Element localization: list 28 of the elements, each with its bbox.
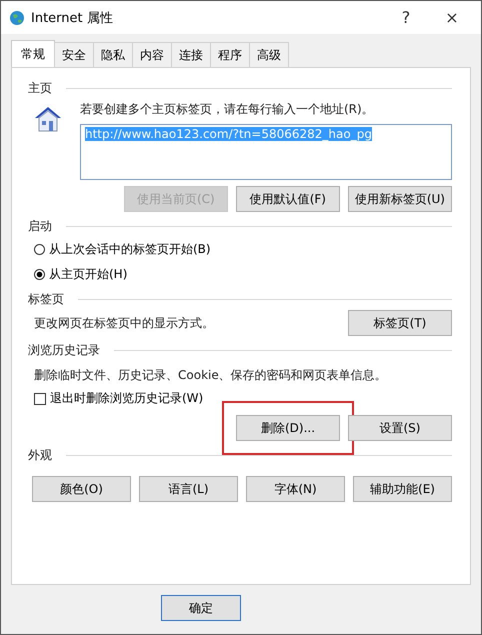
startup-radio[interactable]: 从上次会话中的标签页开始(B) <box>34 241 211 258</box>
section-heading: 标签页 <box>28 291 64 308</box>
history-button[interactable]: 设置(S) <box>348 415 452 441</box>
tab[interactable]: 安全 <box>54 42 94 67</box>
ok-button[interactable]: 确定 <box>161 595 241 621</box>
appearance-button[interactable]: 语言(L) <box>139 476 238 502</box>
section-heading: 主页 <box>28 80 52 97</box>
section-heading: 浏览历史记录 <box>28 342 100 359</box>
help-button[interactable]: ? <box>383 2 429 32</box>
section-heading: 启动 <box>28 218 52 235</box>
history-button[interactable]: 删除(D)... <box>236 415 340 441</box>
tabs-settings-button[interactable]: 标签页(T) <box>348 310 452 336</box>
globe-icon <box>9 10 25 26</box>
section-heading: 外观 <box>28 447 52 464</box>
delete-on-exit-checkbox[interactable]: 退出时删除浏览历史记录(W) <box>34 390 204 407</box>
appearance-button[interactable]: 字体(N) <box>246 476 345 502</box>
history-description: 删除临时文件、历史记录、Cookie、保存的密码和网页表单信息。 <box>33 367 388 384</box>
tabs-description: 更改网页在标签页中的显示方式。 <box>33 314 214 332</box>
tab[interactable]: 常规 <box>11 40 55 67</box>
window-title: Internet 属性 <box>31 10 113 26</box>
instruction-text: 若要创建多个主页标签页，请在每行输入一个地址(R)。 <box>80 101 375 118</box>
homepage-button[interactable]: 使用默认值(F) <box>236 186 340 212</box>
close-button[interactable]: × <box>429 2 475 32</box>
homepage-button[interactable]: 使用新标签页(U) <box>348 186 452 212</box>
appearance-button[interactable]: 颜色(O) <box>32 476 131 502</box>
startup-radio[interactable]: 从主页开始(H) <box>34 266 128 283</box>
appearance-button[interactable]: 辅助功能(E) <box>353 476 452 502</box>
tab[interactable]: 高级 <box>249 42 289 67</box>
